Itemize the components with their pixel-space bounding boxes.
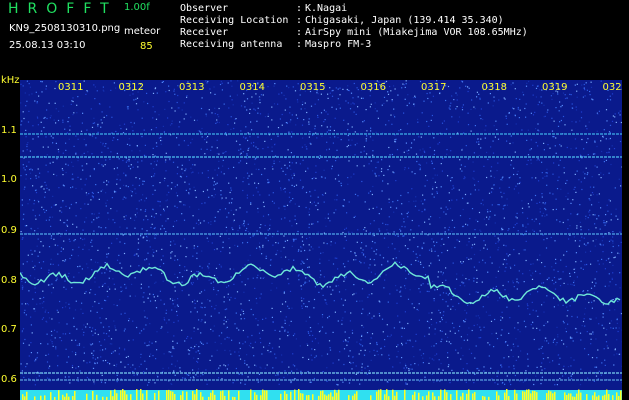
info-key-observer: Observer [180,3,229,14]
x-tick-label: 0317 [421,82,446,93]
info-colon: : [296,39,303,50]
x-tick-label: 0319 [542,82,567,93]
meteor-label: meteor [124,26,161,37]
x-tick-label: 0311 [58,82,83,93]
info-value-observer: K.Nagai [305,3,348,14]
y-tick-label: 1.0 [1,174,17,185]
y-tick-label: 0.9 [1,225,17,236]
y-tick-label: 0.6 [1,374,17,385]
info-colon: : [296,3,303,14]
x-tick-label: 0312 [119,82,144,93]
datetime-label: 25.08.13 03:10 [9,40,86,51]
info-value-location: Chigasaki, Japan (139.414 35.340) [305,15,504,26]
info-colon: : [296,15,303,26]
info-key-antenna: Receiving antenna [180,39,283,50]
info-key-receiver: Receiver [180,27,229,38]
info-key-location: Receiving Location [180,15,289,26]
info-value-antenna: Maspro FM-3 [305,39,372,50]
x-tick-label: 0315 [300,82,325,93]
info-colon: : [296,27,303,38]
spectrogram: 0311 0312 0313 0314 0315 0316 0317 0318 0319 0320 [20,80,622,400]
file-name: KN9_2508130310.png [9,23,121,34]
x-tick-label: 0316 [361,82,386,93]
meteor-count: 85 [140,41,153,52]
x-tick-label: 0313 [179,82,204,93]
hrofft-window: HROFFT 1.00f KN9_2508130310.png 25.08.13… [0,0,629,400]
x-tick-label: 0320 [603,82,623,93]
info-value-receiver: AirSpy mini (Miakejima VOR 108.65MHz) [305,27,528,38]
y-tick-label: 1.1 [1,125,17,136]
x-tick-label: 0318 [482,82,507,93]
y-axis-unit: kHz [1,75,20,86]
y-tick-label: 0.7 [1,324,17,335]
x-tick-label: 0314 [240,82,265,93]
app-logo: HROFFT [8,1,118,17]
version-label: 1.00f [124,2,150,13]
y-tick-label: 0.8 [1,275,17,286]
